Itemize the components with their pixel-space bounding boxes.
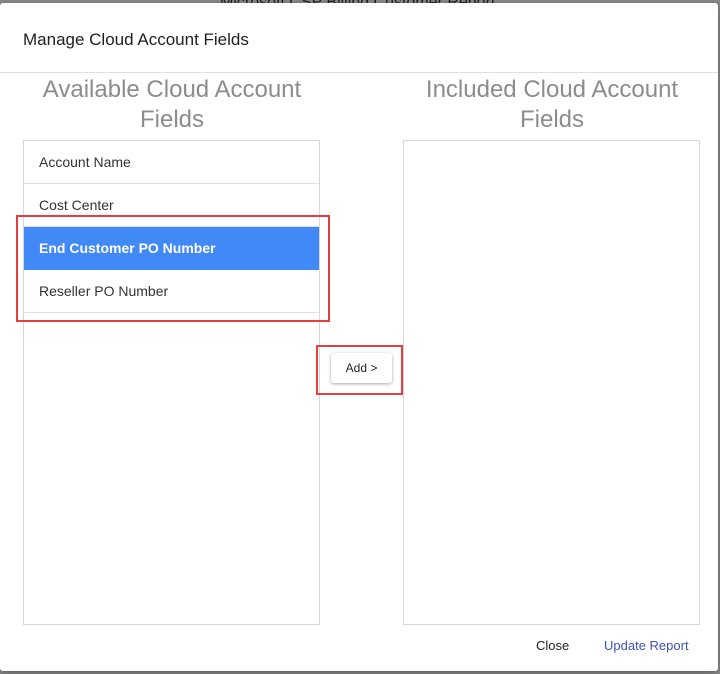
close-button[interactable]: Close bbox=[536, 638, 569, 653]
add-button[interactable]: Add > bbox=[331, 353, 392, 383]
list-item-reseller-po-number[interactable]: Reseller PO Number bbox=[24, 270, 319, 313]
included-fields-list bbox=[403, 140, 700, 625]
manage-fields-dialog: Manage Cloud Account Fields Available Cl… bbox=[0, 3, 718, 671]
list-item-end-customer-po-number[interactable]: End Customer PO Number bbox=[24, 227, 319, 270]
available-fields-heading: Available Cloud Account Fields bbox=[42, 76, 302, 133]
update-report-button[interactable]: Update Report bbox=[604, 638, 689, 653]
dialog-title: Manage Cloud Account Fields bbox=[23, 30, 249, 49]
list-item-account-name[interactable]: Account Name bbox=[24, 141, 319, 184]
title-divider bbox=[0, 72, 718, 73]
available-fields-list: Account Name Cost Center End Customer PO… bbox=[23, 140, 320, 625]
included-fields-heading: Included Cloud Account Fields bbox=[425, 76, 679, 133]
list-item-cost-center[interactable]: Cost Center bbox=[24, 184, 319, 227]
